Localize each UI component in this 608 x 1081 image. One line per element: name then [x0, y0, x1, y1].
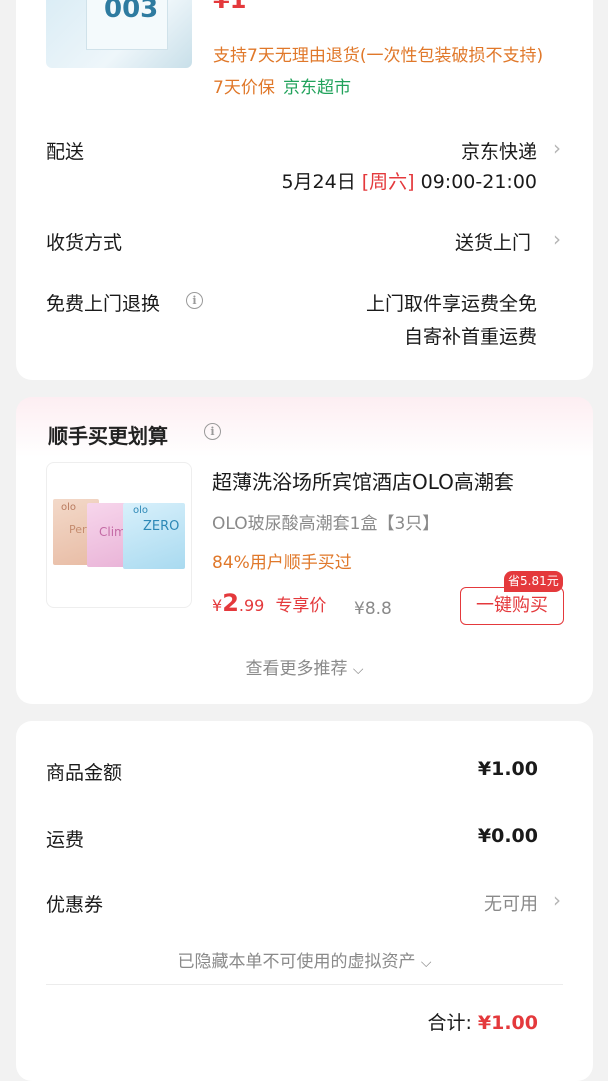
thumbnail-text: 003: [104, 0, 159, 24]
delivery-weekday: [周六]: [361, 171, 415, 193]
summary-card: 商品金额 ¥1.00 运费 ¥0.00 优惠券 无可用 › 已隐藏本单不可使用的…: [16, 721, 593, 1081]
return-policy: 支持7天无理由退货(一次性包装破损不支持): [213, 46, 544, 66]
chevron-right-icon[interactable]: ›: [553, 227, 561, 251]
bundle-product-title[interactable]: 超薄洗浴场所宾馆酒店OLO高潮套: [212, 466, 514, 495]
delivery-method[interactable]: 京东快递: [461, 137, 537, 164]
bundle-original-price: ¥8.8: [354, 599, 392, 619]
goods-amount-value: ¥1.00: [477, 758, 538, 780]
one-click-buy-button[interactable]: 一键购买: [460, 587, 564, 625]
hidden-assets-toggle[interactable]: 已隐藏本单不可使用的虚拟资产 ⌵: [16, 947, 593, 972]
box-zero: olo ZERO: [123, 503, 185, 569]
bundle-product-subtitle: OLO玻尿酸高潮套1盒【3只】: [212, 514, 440, 534]
free-return-line1: 上门取件享运费全免: [365, 293, 537, 315]
total-label: 合计:: [427, 1012, 472, 1034]
chevron-down-icon: ⌵: [420, 955, 432, 971]
price-protect: 7天价保: [213, 78, 275, 98]
info-icon[interactable]: i: [186, 292, 203, 309]
chevron-right-icon[interactable]: ›: [553, 136, 561, 160]
info-icon[interactable]: i: [204, 423, 221, 440]
order-info-card: 003 ¥1 支持7天无理由退货(一次性包装破损不支持) 7天价保 京东超市 配…: [16, 0, 593, 380]
total-value: ¥1.00: [477, 1012, 538, 1034]
bundle-card: 顺手买更划算 i olo Perf Clim olo ZERO 超薄洗浴场所宾馆…: [16, 397, 593, 704]
view-more-recommend[interactable]: 查看更多推荐 ⌵: [16, 654, 593, 679]
chevron-down-icon: ⌵: [352, 662, 364, 678]
store-tag: 京东超市: [283, 78, 351, 98]
free-return-line2: 自寄补首重运费: [403, 326, 537, 348]
bundle-price: ¥2.99 专享价: [212, 589, 327, 617]
receive-value[interactable]: 送货上门: [455, 228, 531, 255]
goods-amount-label: 商品金额: [46, 762, 123, 784]
divider: [46, 984, 563, 985]
bundle-product-image[interactable]: olo Perf Clim olo ZERO: [46, 462, 192, 608]
shipping-label: 运费: [46, 829, 85, 851]
bundle-title: 顺手买更划算: [48, 424, 168, 448]
bundle-price-tag: 专享价: [275, 596, 327, 616]
delivery-timeslot: 09:00-21:00: [420, 171, 537, 193]
delivery-label: 配送: [46, 141, 85, 163]
top-price: ¥1: [213, 0, 247, 14]
shipping-value: ¥0.00: [477, 825, 538, 847]
product-thumbnail[interactable]: 003: [46, 0, 192, 68]
total-row: 合计: ¥1.00: [427, 1008, 538, 1035]
free-return-label: 免费上门退换: [46, 293, 161, 315]
delivery-date: 5月24日: [281, 171, 356, 193]
coupon-value[interactable]: 无可用: [484, 890, 538, 916]
bundle-buyers-rate: 84%用户顺手买过: [212, 553, 352, 573]
coupon-label: 优惠券: [46, 894, 104, 916]
receive-label: 收货方式: [46, 232, 123, 254]
delivery-time[interactable]: 5月24日 [周六] 09:00-21:00: [281, 167, 537, 194]
chevron-right-icon[interactable]: ›: [553, 888, 561, 912]
